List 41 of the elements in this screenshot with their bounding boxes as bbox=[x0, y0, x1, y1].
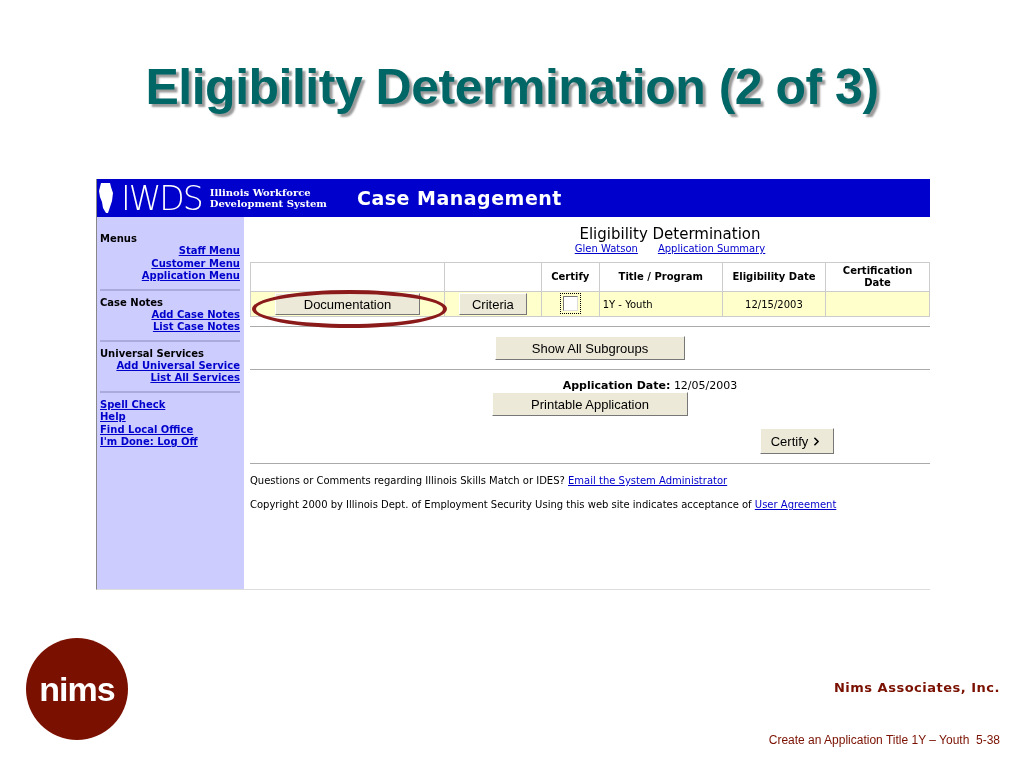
user-agreement-link[interactable]: User Agreement bbox=[754, 499, 837, 510]
slide-caption: Create an Application Title 1Y – Youth 5-38 bbox=[768, 733, 1000, 747]
sidebar-link[interactable]: List All Services bbox=[150, 372, 240, 385]
email-link[interactable]: Email the System Administrator bbox=[568, 475, 728, 486]
certify-checkbox[interactable] bbox=[562, 295, 578, 311]
copyright-text: Copyright 2000 by Illinois Dept. of Employment Security Using this web site indicates acceptance of User Agreement bbox=[250, 500, 838, 510]
sidebar-link[interactable]: List Case Notes bbox=[152, 321, 240, 334]
column-header: Eligibility Date bbox=[722, 262, 826, 292]
page-title: Eligibility Determination bbox=[579, 225, 761, 243]
page-link[interactable]: Application Summary bbox=[657, 243, 766, 254]
contact-text: Questions or Comments regarding Illinois Skills Match or IDES? Email the System Administrator bbox=[250, 476, 729, 486]
certify-button[interactable]: Certify bbox=[760, 428, 834, 454]
page-link[interactable]: Glen Watson bbox=[574, 243, 638, 254]
sidebar-link[interactable]: Spell Check bbox=[100, 398, 166, 411]
printable-application-button[interactable]: Printable Application bbox=[492, 392, 688, 416]
sidebar-link[interactable]: I'm Done: Log Off bbox=[100, 436, 198, 449]
sidebar-link[interactable]: Application Menu bbox=[141, 270, 240, 283]
sidebar-link[interactable]: Add Case Notes bbox=[151, 308, 240, 321]
slide-title: Eligibility Determination (2 of 3) bbox=[145, 58, 879, 116]
company-logo: nims bbox=[26, 638, 128, 740]
company-name: Nims Associates, Inc. bbox=[833, 680, 1000, 695]
column-header: Certification Date bbox=[825, 262, 930, 292]
sidebar-link[interactable]: Customer Menu bbox=[151, 257, 240, 270]
logo-mark: IWDS bbox=[121, 181, 202, 215]
sidebar-link[interactable]: Add Universal Service bbox=[116, 359, 240, 372]
sidebar-link[interactable]: Help bbox=[100, 411, 126, 424]
sidebar-heading: Menus bbox=[100, 233, 138, 244]
show-all-subgroups-button[interactable]: Show All Subgroups bbox=[495, 336, 685, 360]
sidebar-heading: Universal Services bbox=[100, 347, 206, 359]
header-title: Case Management bbox=[356, 187, 562, 209]
column-header: Title / Program bbox=[599, 262, 723, 292]
table-cell: 1Y - Youth bbox=[599, 291, 723, 317]
sidebar-link[interactable]: Find Local Office bbox=[100, 423, 194, 436]
logo-text: Illinois Workforce Development System bbox=[209, 187, 327, 209]
table-cell: 12/15/2003 bbox=[722, 291, 826, 317]
sidebar-heading: Case Notes bbox=[100, 296, 165, 308]
criteria-button[interactable]: Criteria bbox=[458, 293, 527, 315]
column-header: Certify bbox=[541, 262, 600, 292]
state-outline-icon bbox=[99, 183, 113, 213]
sidebar-link[interactable]: Staff Menu bbox=[178, 245, 240, 258]
application-date: Application Date: 12/05/2003 bbox=[562, 379, 738, 392]
